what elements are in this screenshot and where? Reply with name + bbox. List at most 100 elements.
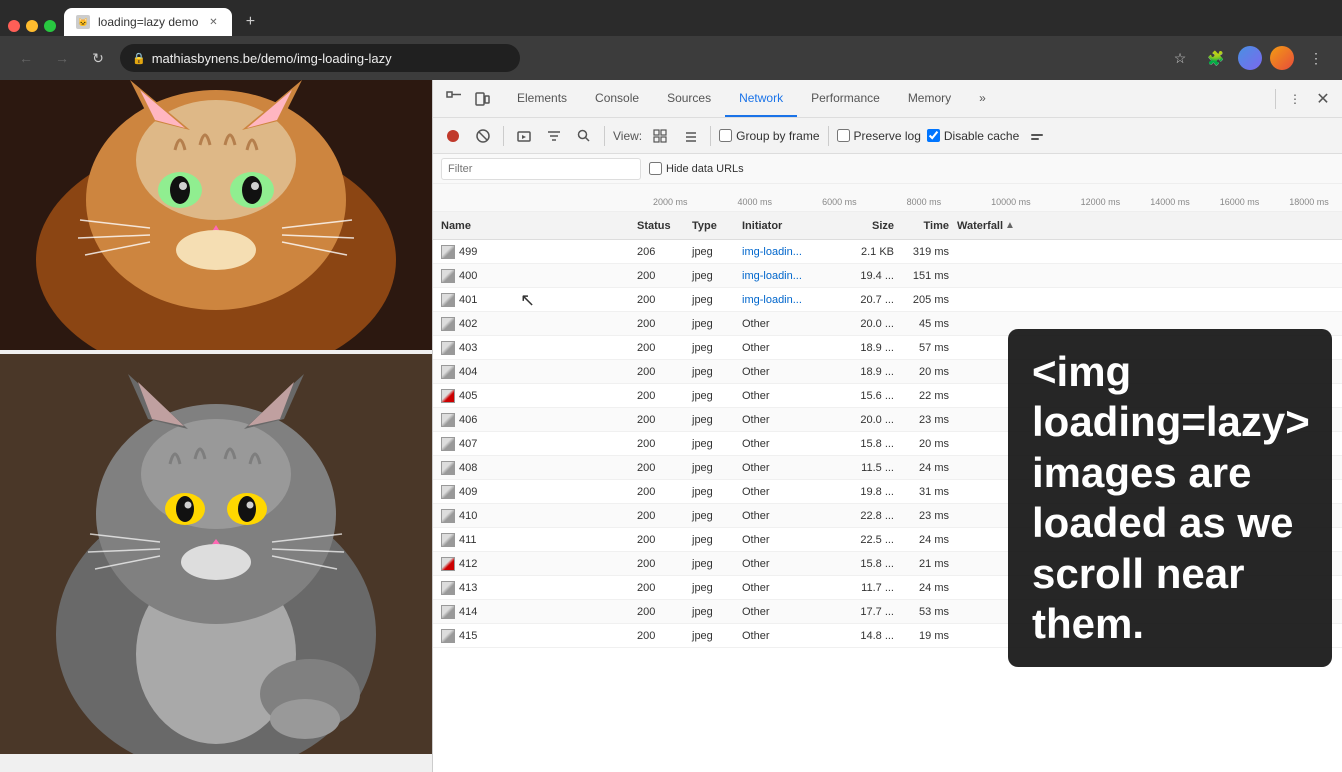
disable-cache-checkbox-label[interactable]: Disable cache	[927, 129, 1019, 143]
toolbar-separator-4	[828, 126, 829, 146]
row-type-icon	[441, 389, 455, 403]
screenshot-button[interactable]	[512, 124, 536, 148]
tab-console[interactable]: Console	[581, 80, 653, 117]
group-by-frame-checkbox-label[interactable]: Group by frame	[719, 129, 819, 143]
row-initiator-cell: Other	[738, 414, 838, 426]
row-initiator-cell: Other	[738, 366, 838, 378]
throttle-button[interactable]	[1025, 124, 1049, 148]
row-size-cell: 14.8 ...	[838, 630, 898, 642]
col-header-size[interactable]: Size	[838, 220, 898, 232]
row-name-cell: 401	[433, 293, 633, 307]
tab-sources[interactable]: Sources	[653, 80, 725, 117]
row-initiator-cell: Other	[738, 462, 838, 474]
preserve-log-checkbox[interactable]	[837, 129, 850, 142]
filter-input[interactable]	[441, 158, 641, 180]
hide-data-urls-checkbox[interactable]	[649, 162, 662, 175]
profile-avatar-2[interactable]	[1270, 46, 1294, 70]
device-toolbar-button[interactable]	[469, 86, 495, 112]
tab-favicon: 🐱	[76, 15, 90, 29]
row-name-cell: 415	[433, 629, 633, 643]
row-status-cell: 200	[633, 366, 688, 378]
row-size: 15.6 ...	[860, 390, 894, 402]
tick-12000: 12000 ms	[1081, 197, 1121, 207]
col-header-name[interactable]: Name	[433, 220, 633, 232]
row-time: 19 ms	[919, 630, 949, 642]
initiator-link[interactable]: img-loadin...	[742, 270, 802, 282]
grid-view-button[interactable]	[648, 124, 672, 148]
devtools-close-button[interactable]: ✕	[1310, 86, 1336, 112]
row-status-cell: 200	[633, 534, 688, 546]
address-url-bar[interactable]: 🔒 mathiasbynens.be/demo/img-loading-lazy	[120, 44, 520, 72]
disable-cache-checkbox[interactable]	[927, 129, 940, 142]
row-size-cell: 15.8 ...	[838, 438, 898, 450]
tab-elements[interactable]: Elements	[503, 80, 581, 117]
table-row[interactable]: 400 200 jpeg img-loadin... 19.4 ... 151 …	[433, 264, 1342, 288]
row-time: 21 ms	[919, 558, 949, 570]
row-name: 413	[459, 582, 477, 594]
menu-icon[interactable]: ⋮	[1302, 44, 1330, 72]
table-row[interactable]: 499 206 jpeg img-loadin... 2.1 KB 319 ms	[433, 240, 1342, 264]
new-tab-button[interactable]: +	[236, 8, 264, 36]
initiator-link[interactable]: img-loadin...	[742, 294, 802, 306]
hide-data-urls-label[interactable]: Hide data URLs	[649, 162, 744, 175]
row-size-cell: 18.9 ...	[838, 366, 898, 378]
row-name-cell: 406	[433, 413, 633, 427]
clear-button[interactable]	[471, 124, 495, 148]
row-type-cell: jpeg	[688, 318, 738, 330]
tab-memory[interactable]: Memory	[894, 80, 965, 117]
profile-avatar-1[interactable]	[1238, 46, 1262, 70]
search-button[interactable]	[572, 124, 596, 148]
initiator-link[interactable]: img-loadin...	[742, 246, 802, 258]
preserve-log-checkbox-label[interactable]: Preserve log	[837, 129, 921, 143]
row-type-icon	[441, 509, 455, 523]
row-initiator-cell: Other	[738, 606, 838, 618]
row-size-cell: 20.0 ...	[838, 414, 898, 426]
row-type: jpeg	[692, 486, 713, 498]
col-header-status[interactable]: Status	[633, 220, 688, 232]
row-name: 499	[459, 246, 477, 258]
row-time: 20 ms	[919, 438, 949, 450]
reload-button[interactable]: ↻	[84, 44, 112, 72]
row-name: 411	[459, 534, 477, 546]
bookmark-icon[interactable]: ☆	[1166, 44, 1194, 72]
list-view-button[interactable]	[678, 124, 702, 148]
row-time-cell: 24 ms	[898, 534, 953, 546]
filter-button[interactable]	[542, 124, 566, 148]
row-time: 57 ms	[919, 342, 949, 354]
row-time-cell: 20 ms	[898, 438, 953, 450]
row-name: 409	[459, 486, 477, 498]
tab-close-button[interactable]: ✕	[206, 15, 220, 29]
row-name: 404	[459, 366, 477, 378]
table-header: Name Status Type Initiator Size	[433, 212, 1342, 240]
row-initiator-cell: Other	[738, 486, 838, 498]
cat-image-1	[0, 80, 432, 350]
maximize-traffic-light[interactable]	[44, 20, 56, 32]
devtools-menu-button[interactable]: ⋮	[1282, 86, 1308, 112]
col-header-time[interactable]: Time	[898, 220, 953, 232]
col-header-type[interactable]: Type	[688, 220, 738, 232]
table-row[interactable]: 401 200 jpeg img-loadin... 20.7 ... 205 …	[433, 288, 1342, 312]
close-traffic-light[interactable]	[8, 20, 20, 32]
extension-icon[interactable]: 🧩	[1202, 44, 1230, 72]
tick-4000: 4000 ms	[738, 197, 773, 207]
active-tab[interactable]: 🐱 loading=lazy demo ✕	[64, 8, 232, 36]
network-sub-toolbar: View:	[433, 118, 1342, 154]
forward-button[interactable]: →	[48, 44, 76, 72]
tab-network[interactable]: Network	[725, 80, 797, 117]
inspect-element-button[interactable]	[441, 86, 467, 112]
row-time-cell: 23 ms	[898, 510, 953, 522]
col-header-initiator[interactable]: Initiator	[738, 220, 838, 232]
devtools-tabs: Elements Console Sources Network Perform…	[503, 80, 1000, 117]
row-status: 200	[637, 606, 655, 618]
row-type-icon	[441, 269, 455, 283]
record-button[interactable]	[441, 124, 465, 148]
minimize-traffic-light[interactable]	[26, 20, 38, 32]
preserve-log-label: Preserve log	[854, 129, 921, 143]
tab-performance[interactable]: Performance	[797, 80, 894, 117]
row-type-icon	[441, 461, 455, 475]
back-button[interactable]: ←	[12, 44, 40, 72]
row-type-cell: jpeg	[688, 606, 738, 618]
tab-more[interactable]: »	[965, 80, 1000, 117]
col-header-waterfall[interactable]: Waterfall ▲	[953, 220, 1342, 232]
group-by-frame-checkbox[interactable]	[719, 129, 732, 142]
